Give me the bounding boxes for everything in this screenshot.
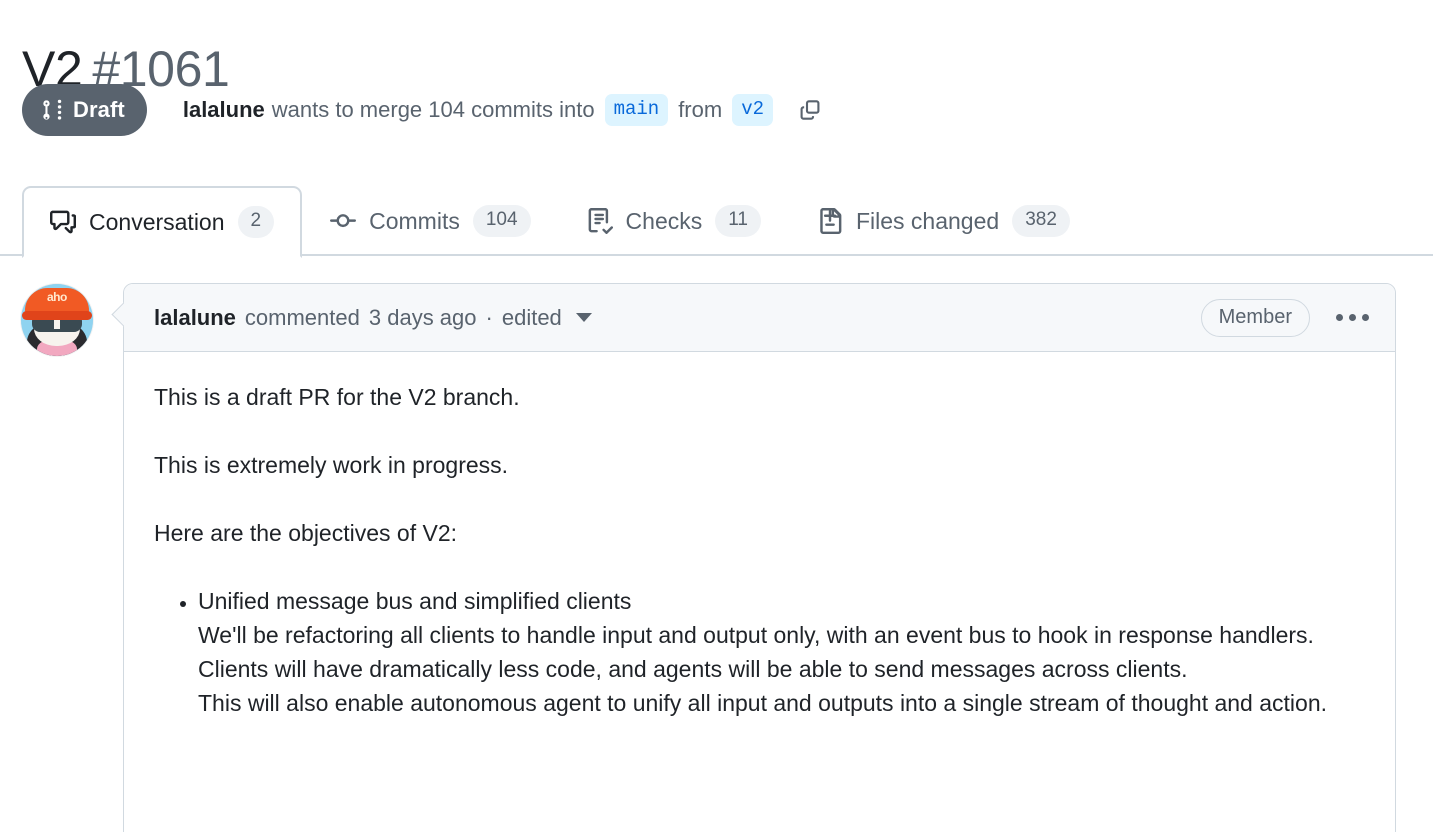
base-branch-chip[interactable]: main bbox=[604, 94, 669, 126]
comment-meta: lalalune commented 3 days ago · edited bbox=[154, 305, 592, 331]
kebab-dot bbox=[1336, 314, 1343, 321]
status-badge-label: Draft bbox=[73, 97, 125, 122]
pr-author-link[interactable]: lalalune bbox=[183, 97, 265, 123]
avatar-cap-text: aho bbox=[47, 290, 67, 304]
merge-text-from: from bbox=[678, 97, 723, 122]
comment-header: lalalune commented 3 days ago · edited M… bbox=[124, 284, 1395, 352]
comment-discussion-icon bbox=[50, 209, 76, 235]
comment-header-actions: Member bbox=[1200, 298, 1373, 337]
tab-conversation[interactable]: Conversation 2 bbox=[22, 186, 303, 258]
list-item-line: We'll be refactoring all clients to hand… bbox=[198, 622, 1314, 648]
pr-tabs: Conversation 2 Commits 104 Checks 11 Fil… bbox=[0, 184, 1433, 258]
comment-paragraph: Here are the objectives of V2: bbox=[154, 520, 457, 546]
avatar-cap-brim bbox=[22, 311, 92, 320]
tab-checks[interactable]: Checks 11 bbox=[559, 186, 789, 256]
status-badge: Draft bbox=[22, 84, 147, 136]
list-item: Unified message bus and simplified clien… bbox=[198, 584, 1365, 720]
comment-timestamp: 3 days ago bbox=[368, 304, 477, 330]
tab-checks-count: 11 bbox=[715, 205, 761, 237]
comment-card: lalalune commented 3 days ago · edited M… bbox=[123, 283, 1396, 832]
checklist-icon bbox=[587, 208, 613, 234]
git-commit-icon bbox=[330, 208, 357, 234]
tab-files-changed[interactable]: Files changed 382 bbox=[789, 186, 1098, 256]
comment-paragraph: This is a draft PR for the V2 branch. bbox=[154, 384, 520, 410]
comment-author-link[interactable]: lalalune bbox=[154, 305, 236, 331]
tab-files-changed-label: Files changed bbox=[855, 207, 1000, 234]
tab-conversation-label: Conversation bbox=[89, 208, 225, 235]
copy-icon[interactable] bbox=[793, 93, 827, 127]
kebab-dot bbox=[1349, 314, 1356, 321]
objectives-list: Unified message bus and simplified clien… bbox=[154, 584, 1365, 720]
comment-action-text: commented bbox=[244, 304, 360, 330]
merge-info: lalalune wants to merge 104 commits into… bbox=[183, 93, 827, 127]
merge-text-before: wants to merge 104 commits into bbox=[271, 97, 595, 122]
tab-conversation-count: 2 bbox=[237, 206, 275, 238]
tab-commits-count: 104 bbox=[472, 205, 531, 237]
comment-meta-separator: · bbox=[485, 304, 493, 330]
list-item-line: Unified message bus and simplified clien… bbox=[198, 588, 632, 614]
head-branch-chip[interactable]: v2 bbox=[732, 94, 773, 126]
avatar[interactable]: aho bbox=[21, 284, 93, 356]
file-diff-icon bbox=[817, 208, 843, 234]
tab-checks-label: Checks bbox=[625, 207, 703, 234]
chevron-down-icon[interactable] bbox=[575, 313, 592, 322]
kebab-dot bbox=[1362, 314, 1369, 321]
git-pull-request-draft-icon bbox=[42, 98, 64, 122]
tab-commits[interactable]: Commits 104 bbox=[302, 186, 558, 256]
tab-commits-label: Commits bbox=[369, 207, 460, 234]
comment-body: This is a draft PR for the V2 branch. Th… bbox=[124, 352, 1395, 720]
comment-paragraph: This is extremely work in progress. bbox=[154, 452, 509, 478]
role-badge[interactable]: Member bbox=[1200, 298, 1310, 337]
list-item-line: Clients will have dramatically less code… bbox=[198, 656, 1188, 682]
kebab-horizontal-icon[interactable] bbox=[1332, 308, 1373, 327]
list-item-line: This will also enable autonomous agent t… bbox=[198, 690, 1327, 716]
pr-subhead: Draft lalalune wants to merge 104 commit… bbox=[22, 84, 827, 136]
pull-request-page: V2 #1061 Draft lalalune wants to merge 10… bbox=[0, 0, 1433, 832]
comment-edited-label[interactable]: edited bbox=[502, 305, 562, 331]
tab-files-changed-count: 382 bbox=[1012, 205, 1070, 237]
